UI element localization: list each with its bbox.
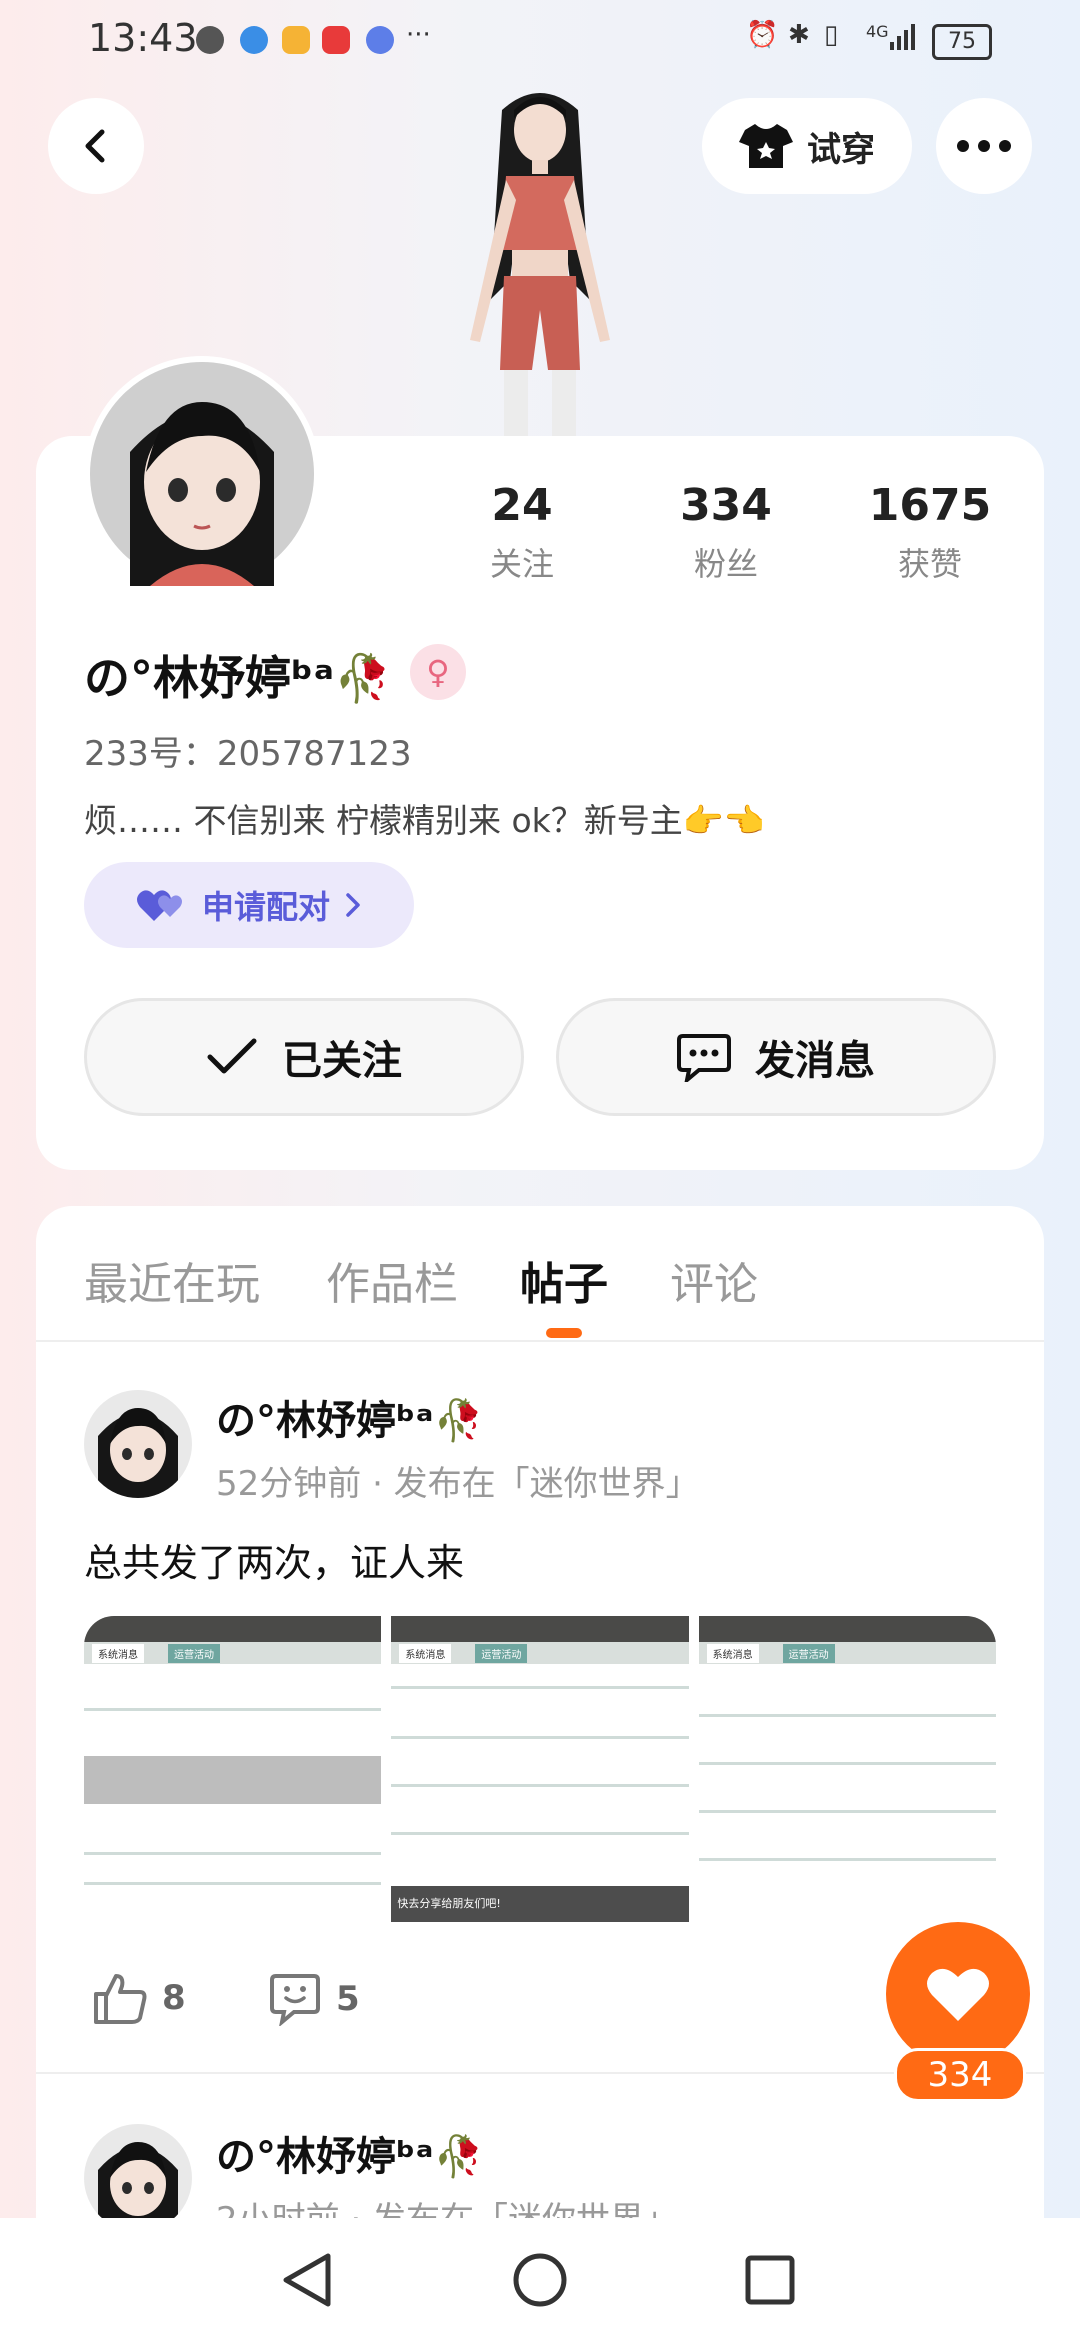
tab-recently-played[interactable]: 最近在玩 xyxy=(84,1248,260,1312)
bluetooth-icon: ✱ xyxy=(788,20,810,50)
tshirt-icon xyxy=(739,124,793,168)
request-pair-label: 申请配对 xyxy=(201,888,330,926)
post-author-avatar[interactable] xyxy=(84,2124,192,2232)
tab-comments[interactable]: 评论 xyxy=(670,1248,758,1312)
post-image[interactable]: 系统消息 运营活动 xyxy=(84,1616,382,1922)
post-author-avatar[interactable] xyxy=(84,1390,192,1498)
request-pair-button[interactable]: 申请配对 xyxy=(84,862,414,948)
send-message-label: 发消息 xyxy=(755,1038,875,1084)
post-image[interactable]: 系统消息 运营活动 xyxy=(698,1616,996,1922)
divider xyxy=(36,1340,1044,1342)
nav-home-icon[interactable] xyxy=(512,2252,568,2308)
tab-posts[interactable]: 帖子 xyxy=(520,1248,608,1312)
following-count: 24 xyxy=(491,480,553,531)
post-image[interactable]: 系统消息 运营活动 快去分享给朋友们吧! xyxy=(391,1616,689,1922)
thumb-tab-events: 运营活动 xyxy=(475,1644,528,1663)
post-author-name[interactable]: の°林妤婷ᵇᵃ🥀 xyxy=(216,1388,483,1446)
post-meta: 52分钟前 · 发布在「迷你世界」 xyxy=(216,1464,700,1504)
following-label: 关注 xyxy=(489,545,554,583)
post-image-gallery[interactable]: 系统消息 运营活动 系统消息 运营活动 快去分享给朋友们吧! 系统消息 运营活动 xyxy=(84,1616,996,1922)
thumbs-up-icon xyxy=(94,1974,147,2024)
vibrate-icon: ▯ xyxy=(824,20,839,50)
more-notifications: ··· xyxy=(406,20,431,50)
comment-smile-icon xyxy=(270,1974,320,2026)
thumb-tab-events: 运营活动 xyxy=(782,1644,835,1663)
back-button[interactable] xyxy=(48,98,144,194)
heart-icon xyxy=(927,1968,989,2021)
alarm-icon: ⏰ xyxy=(746,20,779,50)
followers-label: 粉丝 xyxy=(693,545,758,583)
send-message-button[interactable]: 发消息 xyxy=(556,998,996,1116)
thumb-share-bar: 快去分享给朋友们吧! xyxy=(391,1886,689,1922)
profile-avatar[interactable] xyxy=(84,356,320,592)
wechat-icon xyxy=(196,26,224,54)
post-text[interactable]: 总共发了两次，证人来 xyxy=(84,1532,464,1587)
browser-icon xyxy=(240,26,268,54)
following-stat[interactable]: 24 关注 xyxy=(442,480,602,585)
chevron-left-icon xyxy=(85,129,105,163)
xiaohongshu-icon xyxy=(322,26,350,54)
status-bar: 13:43 ··· ⏰ ✱ ▯ 4G 75 xyxy=(0,0,1080,84)
music-icon xyxy=(366,26,394,54)
followers-stat[interactable]: 334 粉丝 xyxy=(646,480,806,585)
more-options-button[interactable] xyxy=(936,98,1032,194)
post-like-count: 8 xyxy=(162,1978,186,2018)
more-dots-icon xyxy=(957,140,1011,152)
divider xyxy=(36,2072,1044,2074)
signal-icon xyxy=(888,20,920,59)
hearts-icon xyxy=(136,890,182,921)
post-author-name[interactable]: の°林妤婷ᵇᵃ🥀 xyxy=(216,2124,483,2182)
profile-username: の°林妤婷ᵇᵃ🥀 xyxy=(84,651,392,705)
checkmark-icon xyxy=(207,1038,257,1074)
active-tab-indicator xyxy=(546,1328,582,1338)
thumb-tab-system: 系统消息 xyxy=(706,1644,759,1663)
nav-recents-icon[interactable] xyxy=(744,2254,796,2306)
try-on-label: 试穿 xyxy=(807,129,875,170)
network-label: 4G xyxy=(866,22,889,41)
chat-bubble-icon xyxy=(677,1034,731,1082)
post-comment-button[interactable]: 5 xyxy=(268,1972,360,2026)
notes-icon xyxy=(282,26,310,54)
status-time: 13:43 xyxy=(88,16,198,60)
tab-works[interactable]: 作品栏 xyxy=(326,1248,458,1312)
post-like-button[interactable]: 8 xyxy=(92,1972,186,2024)
likes-label: 获赞 xyxy=(897,545,962,583)
try-on-button[interactable]: 试穿 xyxy=(702,98,912,194)
post-comment-count: 5 xyxy=(336,1979,360,2019)
followed-button[interactable]: 已关注 xyxy=(84,998,524,1116)
like-profile-button[interactable] xyxy=(886,1922,1030,2066)
avatar-character-3d xyxy=(420,80,660,440)
thumb-tab-events: 运营活动 xyxy=(168,1644,220,1663)
battery-indicator: 75 xyxy=(932,24,992,60)
chevron-right-icon xyxy=(346,893,360,917)
user-id: 233号：205787123 xyxy=(84,734,412,774)
nav-back-icon[interactable] xyxy=(280,2252,334,2308)
profile-bio: 烦…… 不信别来 柠檬精别来 ok？新号主👉👈 xyxy=(84,801,765,840)
followers-count: 334 xyxy=(680,480,772,531)
likes-count: 1675 xyxy=(868,480,992,531)
followed-label: 已关注 xyxy=(282,1038,402,1084)
female-gender-icon: ♀ xyxy=(410,644,466,700)
like-count-badge: 334 xyxy=(894,2048,1026,2102)
thumb-tab-system: 系统消息 xyxy=(399,1644,452,1663)
system-navigation-bar xyxy=(0,2218,1080,2340)
likes-stat[interactable]: 1675 获赞 xyxy=(850,480,1010,585)
thumb-tab-system: 系统消息 xyxy=(92,1644,144,1663)
